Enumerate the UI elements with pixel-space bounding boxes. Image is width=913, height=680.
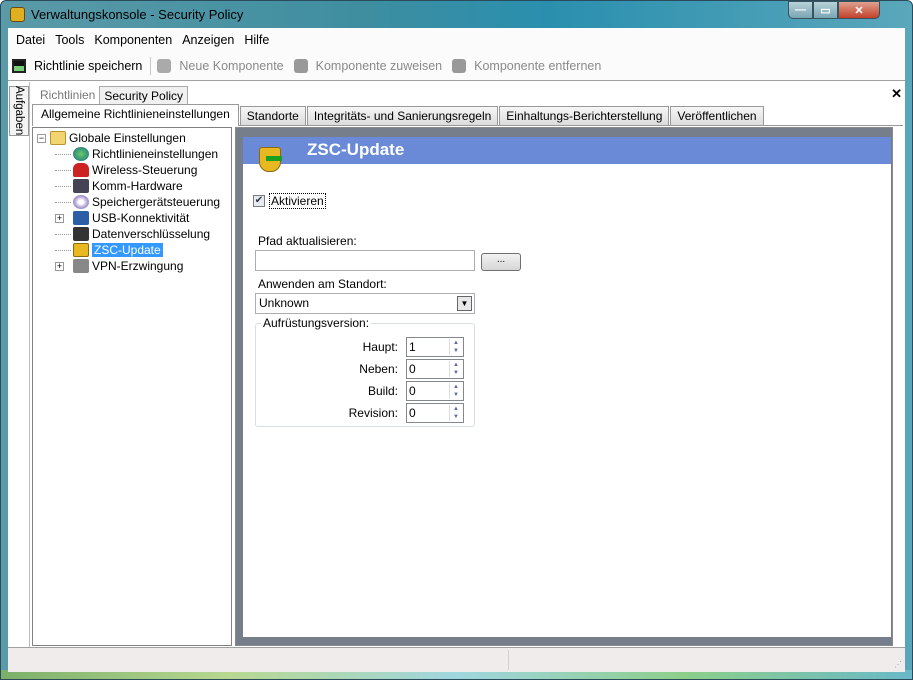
minor-version-stepper[interactable]: 0 ▲ ▼ <box>406 359 464 379</box>
remove-component-button[interactable]: Komponente entfernen <box>452 59 601 73</box>
document-tabs: Richtlinien Security Policy <box>36 86 189 105</box>
build-version-stepper[interactable]: 0 ▲ ▼ <box>406 381 464 401</box>
menu-tools[interactable]: Tools <box>50 33 89 47</box>
assign-component-button[interactable]: Komponente zuweisen <box>293 59 442 73</box>
tree-node-vpn[interactable]: + VPN-Erzwingung <box>33 258 231 274</box>
tree-node-comm-hardware[interactable]: Komm-Hardware <box>33 178 231 194</box>
spin-arrows-icon[interactable]: ▲ ▼ <box>449 361 462 377</box>
tree-node-global[interactable]: − Globale Einstellungen <box>33 130 231 146</box>
tree-node-zsc-update[interactable]: ZSC-Update <box>33 242 231 258</box>
new-component-button[interactable]: Neue Komponente <box>157 59 284 73</box>
side-strip: Aufgaben <box>8 82 30 648</box>
tab-locations[interactable]: Standorte <box>239 106 306 125</box>
expand-icon[interactable]: + <box>55 213 64 223</box>
remove-component-icon <box>452 59 467 73</box>
close-document-icon[interactable]: ✕ <box>891 86 902 102</box>
major-version-stepper[interactable]: 1 ▲ ▼ <box>406 337 464 357</box>
browse-button[interactable]: ... <box>481 253 521 271</box>
expand-icon[interactable]: + <box>55 261 64 271</box>
path-input[interactable] <box>255 250 475 271</box>
spin-arrows-icon[interactable]: ▲ ▼ <box>449 339 462 355</box>
settings-tabs: Allgemeine Richtlinieneinstellungen Stan… <box>32 104 903 126</box>
path-label: Pfad aktualisieren: <box>258 234 357 248</box>
toolbar-separator <box>150 57 152 75</box>
window-title: Verwaltungskonsole - Security Policy <box>31 7 244 22</box>
add-component-icon <box>157 59 172 73</box>
location-dropdown[interactable]: Unknown ▼ <box>255 293 475 314</box>
encryption-icon <box>73 227 89 241</box>
spin-arrows-icon[interactable]: ▲ ▼ <box>449 383 462 399</box>
folder-icon <box>50 131 66 145</box>
revision-version-row: Revision: 0 ▲ ▼ <box>256 403 476 423</box>
vpn-icon <box>73 259 89 273</box>
maximize-button[interactable]: ▭ <box>813 1 838 19</box>
floppy-disk-icon <box>12 59 26 73</box>
client-area: Datei Tools Komponenten Anzeigen Hilfe R… <box>8 28 905 672</box>
tab-integrity-rules[interactable]: Integritäts- und Sanierungsregeln <box>306 106 499 125</box>
usb-icon <box>73 211 89 225</box>
panel-title: ZSC-Update <box>243 137 891 164</box>
collapse-icon[interactable]: − <box>37 133 46 143</box>
upgrade-version-group: Aufrüstungsversion: Haupt: 1 ▲ ▼ Neben: 0 ▲ ▼ … <box>255 316 476 427</box>
menu-hilfe[interactable]: Hilfe <box>239 33 274 47</box>
status-bar: ⋰ <box>8 647 905 672</box>
resize-grip-icon[interactable]: ⋰ <box>894 660 902 669</box>
revision-version-stepper[interactable]: 0 ▲ ▼ <box>406 403 464 423</box>
checkbox-checked-icon[interactable]: ✔ <box>253 195 265 207</box>
major-version-row: Haupt: 1 ▲ ▼ <box>256 337 476 357</box>
settings-panel: ZSC-Update ✔ Aktivieren Pfad aktualisier… <box>235 127 893 646</box>
menu-datei[interactable]: Datei <box>11 33 50 47</box>
globe-icon <box>73 147 89 161</box>
hardware-icon <box>73 179 89 193</box>
tree-node-storage[interactable]: Speichergerätsteuerung <box>33 194 231 210</box>
tab-compliance-reporting[interactable]: Einhaltungs-Berichterstellung <box>499 106 670 125</box>
doc-tab-richtlinien[interactable]: Richtlinien <box>36 86 99 105</box>
tree-node-encryption[interactable]: Datenverschlüsselung <box>33 226 231 242</box>
tab-publish[interactable]: Veröffentlichen <box>670 106 764 125</box>
settings-tree: − Globale Einstellungen Richtlinieneinst… <box>32 127 232 646</box>
enable-checkbox[interactable]: ✔ Aktivieren <box>253 193 326 209</box>
toolbar: Richtlinie speichern Neue Komponente Kom… <box>8 52 905 81</box>
close-button[interactable]: ✕ <box>838 1 880 19</box>
menu-komponenten[interactable]: Komponenten <box>89 33 177 47</box>
minor-version-row: Neben: 0 ▲ ▼ <box>256 359 476 379</box>
tree-node-usb[interactable]: + USB-Konnektivität <box>33 210 231 226</box>
menu-bar: Datei Tools Komponenten Anzeigen Hilfe <box>8 28 905 52</box>
save-policy-button[interactable]: Richtlinie speichern <box>12 59 142 73</box>
update-shield-icon <box>259 147 282 172</box>
tasks-side-tab[interactable]: Aufgaben <box>9 86 29 136</box>
location-label: Anwenden am Standort: <box>258 277 387 291</box>
update-shield-icon <box>73 243 89 257</box>
app-icon <box>10 7 25 22</box>
tree-node-policy-settings[interactable]: Richtlinieneinstellungen <box>33 146 231 162</box>
status-divider <box>508 650 509 670</box>
assign-component-icon <box>293 59 308 73</box>
wireless-lock-icon <box>73 163 89 177</box>
tree-node-wireless[interactable]: Wireless-Steuerung <box>33 162 231 178</box>
disc-icon <box>73 195 89 209</box>
menu-anzeigen[interactable]: Anzeigen <box>177 33 239 47</box>
spin-arrows-icon[interactable]: ▲ ▼ <box>449 405 462 421</box>
tab-general-settings[interactable]: Allgemeine Richtlinieneinstellungen <box>32 104 239 126</box>
build-version-row: Build: 0 ▲ ▼ <box>256 381 476 401</box>
dropdown-arrow-icon[interactable]: ▼ <box>457 296 472 311</box>
minimize-button[interactable]: — <box>788 1 813 19</box>
doc-tab-security-policy[interactable]: Security Policy <box>99 86 189 105</box>
